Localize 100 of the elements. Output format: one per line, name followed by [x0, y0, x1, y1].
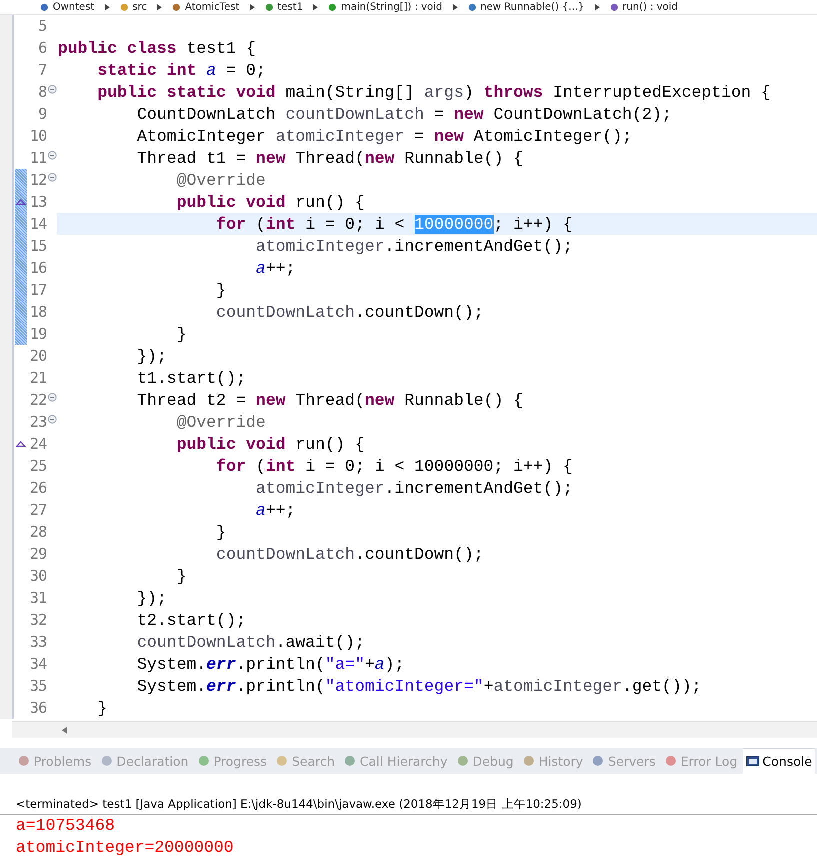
code-line: Thread t1 = new Thread(new Runnable() { [136, 148, 524, 168]
dot-icon [664, 754, 678, 768]
view-tab[interactable]: Declaration [96, 748, 192, 774]
code-line: } [176, 566, 187, 586]
dot-icon [456, 754, 470, 768]
code-line: } [176, 324, 187, 344]
view-tab[interactable]: Call Hierarchy [340, 748, 451, 774]
crumb-icon [40, 2, 49, 12]
code-line: public void run() { [176, 434, 365, 454]
breadcrumb-item[interactable]: AtomicTest [185, 2, 240, 12]
code-line: t2.start(); [136, 610, 246, 630]
horizontal-scrollbar[interactable] [12, 721, 817, 738]
code-line: } [96, 698, 108, 718]
line-number: 36 [28, 699, 47, 717]
line-number: 32 [28, 611, 47, 629]
view-tab[interactable]: Servers [588, 748, 659, 774]
code-line: a++; [255, 500, 296, 520]
dot-icon [196, 754, 211, 768]
crumb-icon [468, 2, 477, 12]
breadcrumb-item[interactable]: test1 [278, 2, 304, 12]
console-output-line: atomicInteger=20000000 [15, 837, 235, 859]
line-number: 7 [37, 61, 47, 79]
collapse-icon[interactable] [48, 414, 56, 424]
code-line: for (int i = 0; i < 10000000; i++) { [215, 214, 573, 234]
code-line: countDownLatch.countDown(); [215, 302, 484, 322]
code-line: System.err.println("a="+a); [136, 654, 405, 674]
code-line: } [215, 522, 226, 542]
view-tab[interactable]: Progress [194, 748, 270, 774]
chevron-icon [250, 4, 255, 10]
chevron-icon [594, 4, 600, 10]
code-line: a++; [255, 258, 296, 278]
view-tab[interactable]: Search [272, 748, 338, 774]
code-line: Thread t2 = new Thread(new Runnable() { [136, 390, 524, 410]
line-number: 11 [28, 149, 47, 167]
code-line: public class test1 { [58, 38, 256, 58]
view-tab[interactable]: History [518, 748, 586, 774]
code-line: countDownLatch.await(); [136, 632, 365, 652]
line-number: 34 [28, 655, 47, 673]
crumb-icon [328, 2, 338, 12]
line-number: 22 [28, 391, 47, 409]
breadcrumb-item[interactable]: Owntest [53, 2, 95, 12]
chevron-icon [313, 4, 318, 10]
chevron-icon [104, 4, 110, 10]
collapse-icon[interactable] [48, 84, 56, 94]
crumb-icon [120, 2, 129, 12]
line-number: 9 [37, 105, 47, 123]
line-number: 24 [28, 435, 47, 453]
view-tab[interactable]: Console [742, 748, 816, 774]
line-number: 16 [28, 259, 47, 277]
line-number: 26 [28, 479, 47, 497]
collapse-icon[interactable] [48, 172, 56, 182]
breadcrumb-item[interactable]: new Runnable() {...} [480, 2, 585, 12]
chevron-icon [452, 4, 458, 10]
code-line: atomicInteger.incrementAndGet(); [255, 478, 573, 498]
line-number: 31 [28, 589, 47, 607]
code-line: CountDownLatch countDownLatch = new CountDownLatch(2); [136, 104, 672, 124]
collapse-icon[interactable] [48, 392, 56, 402]
line-number: 27 [28, 501, 47, 519]
chevron-icon [157, 4, 162, 10]
crumb-icon [172, 2, 182, 12]
breadcrumb-item[interactable]: src [132, 2, 148, 12]
line-number: 12 [28, 171, 47, 189]
code-line: @Override [176, 170, 266, 190]
code-line: for (int i = 0; i < 10000000; i++) { [215, 456, 573, 476]
code-line: public static void main(String[] args) throws InterruptedException { [96, 82, 771, 102]
code-line: public void run() { [176, 192, 365, 212]
line-number: 14 [28, 215, 47, 233]
collapse-icon[interactable] [48, 150, 56, 160]
line-number: 23 [28, 413, 47, 431]
view-tab[interactable]: Debug [452, 748, 517, 774]
line-number: 8 [37, 83, 47, 101]
line-number: 5 [37, 17, 47, 35]
crumb-icon [610, 2, 619, 12]
line-number: 33 [28, 633, 47, 651]
view-tab[interactable]: Problems [14, 748, 95, 774]
code-line: } [215, 280, 226, 300]
line-number: 25 [28, 457, 47, 475]
dot-icon [522, 754, 536, 768]
code-line: @Override [176, 412, 266, 432]
line-number: 30 [28, 567, 47, 585]
view-tab[interactable]: Error Log [660, 748, 741, 774]
dot-icon [17, 754, 31, 768]
line-number: 29 [28, 545, 47, 563]
dot-icon [343, 754, 358, 768]
breadcrumb-item[interactable]: main(String[]) : void [341, 2, 443, 12]
code-line: atomicInteger.incrementAndGet(); [255, 236, 573, 256]
monitor-icon [746, 754, 760, 768]
code-line: }); [136, 346, 167, 366]
line-number: 17 [28, 281, 47, 299]
line-number: 15 [28, 237, 47, 255]
dot-icon [100, 754, 114, 768]
triangle-icon [16, 441, 26, 447]
code-line: System.err.println("atomicInteger="+atomicInteger.get()); [136, 676, 702, 696]
line-number: 6 [37, 39, 47, 57]
console-header: <terminated> test1 [Java Application] E:\jdk-8u144\bin\javaw.exe (2018年12月19日 上午10:25:09) [0, 794, 817, 815]
line-number: 20 [28, 347, 47, 365]
code-line: static int a = 0; [96, 60, 266, 80]
line-number: 13 [28, 193, 47, 211]
scroll-left-icon[interactable] [62, 726, 67, 734]
breadcrumb-item[interactable]: run() : void [622, 2, 678, 12]
